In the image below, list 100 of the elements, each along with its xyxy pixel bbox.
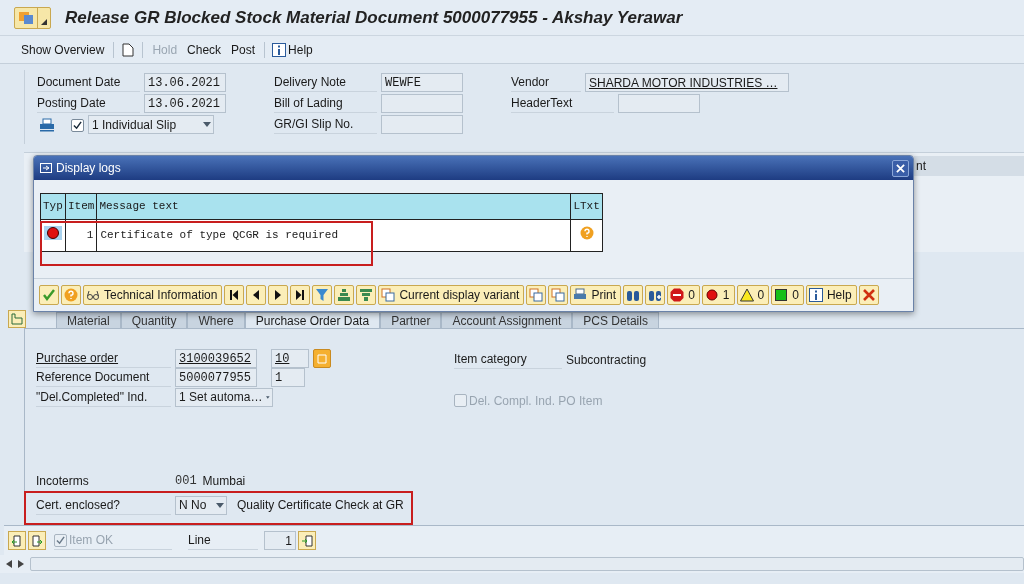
error-icon xyxy=(46,225,60,240)
window-title: Release GR Blocked Stock Material Document 5000077955 - Akshay Yerawar xyxy=(65,6,683,29)
toolbar-button[interactable]: 1 xyxy=(701,285,735,305)
close-icon xyxy=(896,163,905,173)
field-label: GR/GI Slip No. xyxy=(274,115,377,134)
input-field[interactable]: SHARDA MOTOR INDUSTRIES … xyxy=(585,73,789,92)
scroll-left-icon xyxy=(6,560,12,568)
detail-button[interactable] xyxy=(313,349,331,369)
input-field[interactable] xyxy=(618,94,700,113)
input-field[interactable]: WEWFE xyxy=(381,73,463,92)
tab[interactable]: Quantity xyxy=(120,312,188,328)
question-icon xyxy=(64,288,78,302)
help-button[interactable]: Help xyxy=(269,40,316,59)
scroll-right-icon xyxy=(18,560,24,568)
stop-sign-icon xyxy=(670,288,685,302)
glasses-icon xyxy=(86,288,100,302)
icon-button[interactable] xyxy=(290,285,311,305)
caret-icon xyxy=(266,394,270,400)
tab[interactable]: Partner xyxy=(380,312,442,328)
input-field[interactable] xyxy=(381,94,463,113)
close-button[interactable] xyxy=(892,159,909,177)
input-field[interactable]: 13.06.2021 xyxy=(144,94,226,113)
tab[interactable]: Account Assignment xyxy=(441,312,573,328)
field-description: Quality Certificate Check at GR xyxy=(237,497,404,515)
dialog-title: Display logs xyxy=(56,160,121,177)
question-icon xyxy=(579,225,594,240)
field-value: 001 xyxy=(175,473,197,491)
printer-icon xyxy=(573,288,588,302)
checkbox-label: Del. Compl. Ind. PO Item xyxy=(469,392,603,410)
tab[interactable]: Material xyxy=(56,312,121,328)
document-icon xyxy=(122,42,135,57)
toolbar-button[interactable]: Technical Information xyxy=(83,285,223,305)
page-back-icon xyxy=(11,534,23,547)
input-field[interactable]: 10 xyxy=(271,349,309,369)
toolbar-button[interactable]: 0 xyxy=(736,285,770,305)
input-field[interactable]: 3100039652 xyxy=(175,349,257,369)
toolbar-button[interactable]: Show Overview xyxy=(16,40,110,59)
panel-icon xyxy=(11,313,23,325)
field-label: Line xyxy=(188,531,258,550)
dropdown[interactable]: 1 Individual Slip xyxy=(88,115,214,134)
field-label: Delivery Note xyxy=(274,73,377,92)
toolbar-button[interactable]: Post xyxy=(226,40,261,59)
layout-icon xyxy=(381,288,396,302)
input-field[interactable]: 5000077955 xyxy=(175,368,257,388)
input-field[interactable]: 1 xyxy=(271,368,305,388)
success-icon xyxy=(774,288,789,302)
toolbar-button[interactable]: Help xyxy=(805,285,857,305)
table-cell: 1 xyxy=(65,219,97,252)
field-label: Cert. enclosed? xyxy=(36,495,171,515)
input-field[interactable]: 1 xyxy=(264,531,296,550)
field-label: HeaderText xyxy=(511,94,614,113)
icon-button[interactable] xyxy=(645,285,666,305)
toggle-button[interactable] xyxy=(8,310,26,328)
icon-button[interactable] xyxy=(268,285,289,305)
toolbar-button[interactable]: Check xyxy=(182,40,227,59)
field-label: Bill of Lading xyxy=(274,94,377,113)
toolbar-button[interactable]: Current display variant xyxy=(378,285,525,305)
column-header: nt xyxy=(914,156,1024,176)
field-label: "Del.Completed" Ind. xyxy=(36,387,171,407)
warning-icon xyxy=(739,288,754,302)
field-label: Item category xyxy=(454,350,562,369)
tab[interactable]: Purchase Order Data xyxy=(244,312,381,328)
toolbar-button[interactable]: 0 xyxy=(667,285,700,305)
field-label: Vendor xyxy=(511,73,581,92)
toolbar-button[interactable]: 0 xyxy=(771,285,804,305)
printer-icon xyxy=(39,117,55,132)
scrollbar-thumb[interactable] xyxy=(30,557,1024,571)
tab[interactable]: PCS Details xyxy=(572,312,659,328)
previous-item-button[interactable] xyxy=(8,531,26,550)
info-icon xyxy=(808,288,823,302)
tab[interactable]: Where xyxy=(187,312,245,328)
window-icon xyxy=(40,162,52,174)
dropdown[interactable]: N No xyxy=(175,495,227,515)
icon-button[interactable] xyxy=(623,285,644,305)
column-header: LTxt xyxy=(570,193,603,220)
input-field[interactable] xyxy=(381,115,463,134)
next-item-button[interactable] xyxy=(28,531,46,550)
filter-icon xyxy=(315,288,330,302)
field-value: Mumbai xyxy=(202,473,246,491)
column-header: Item xyxy=(65,193,97,220)
column-header: Message text xyxy=(96,193,571,220)
go-to-icon xyxy=(301,534,313,547)
menu-button[interactable] xyxy=(14,6,51,29)
input-field[interactable]: 13.06.2021 xyxy=(144,73,226,92)
sort-icon xyxy=(337,288,352,302)
dropdown[interactable]: 1 Set automa… xyxy=(175,387,273,407)
toolbar-button[interactable]: Print xyxy=(570,285,622,305)
icon-button[interactable] xyxy=(246,285,267,305)
checkbox-label: Item OK xyxy=(69,532,113,549)
field-label: Incoterms xyxy=(36,473,90,491)
field-value: Subcontracting xyxy=(566,351,647,369)
page-forward-icon xyxy=(31,534,43,547)
icon-button[interactable] xyxy=(224,285,245,305)
caret-icon xyxy=(216,502,224,508)
go-to-line-button[interactable] xyxy=(298,531,316,550)
cancel-icon xyxy=(861,288,876,302)
binoculars-plus-icon xyxy=(648,288,663,302)
checkbox[interactable] xyxy=(71,118,84,132)
table-cell: Certificate of type QCGR is required xyxy=(96,219,571,252)
info-icon xyxy=(272,42,287,57)
